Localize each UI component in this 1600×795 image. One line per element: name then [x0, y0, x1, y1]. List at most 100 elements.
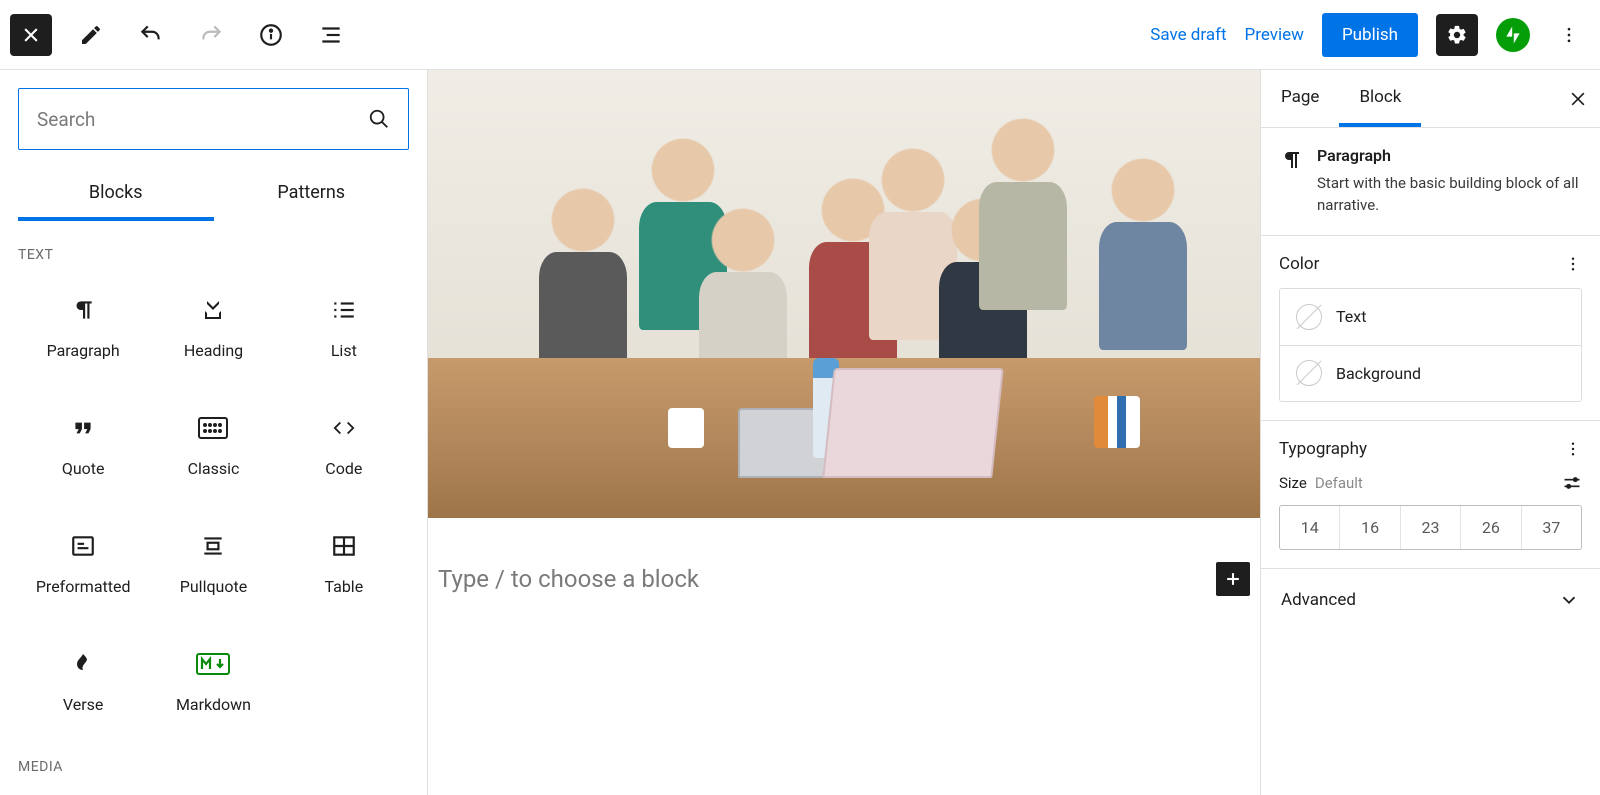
- block-verse[interactable]: Verse: [18, 625, 148, 733]
- color-background-row[interactable]: Background: [1280, 345, 1581, 401]
- close-settings-button[interactable]: [1556, 89, 1600, 109]
- block-heading[interactable]: Heading: [148, 271, 278, 379]
- typography-heading: Typography: [1279, 439, 1367, 459]
- block-pullquote[interactable]: Pullquote: [148, 507, 278, 615]
- markdown-icon: [196, 645, 230, 683]
- size-label: Size: [1279, 474, 1307, 492]
- size-option-26[interactable]: 26: [1460, 506, 1520, 549]
- preformatted-icon: [70, 527, 96, 565]
- redo-icon: [198, 22, 224, 48]
- section-text-label: Text: [18, 247, 409, 263]
- settings-button[interactable]: [1436, 14, 1478, 56]
- block-label: Code: [325, 459, 362, 478]
- color-text-row[interactable]: Text: [1280, 289, 1581, 345]
- top-toolbar: Save draft Preview Publish: [0, 0, 1600, 70]
- tab-block[interactable]: Block: [1339, 70, 1421, 127]
- search-icon: [368, 108, 390, 130]
- more-options-button[interactable]: [1548, 14, 1590, 56]
- color-background-label: Background: [1336, 364, 1421, 383]
- block-label: Quote: [62, 459, 105, 478]
- verse-icon: [71, 645, 95, 683]
- chevron-down-icon: [1558, 589, 1580, 611]
- close-icon: [21, 25, 41, 45]
- empty-swatch-icon: [1296, 360, 1322, 386]
- preview-button[interactable]: Preview: [1245, 25, 1304, 45]
- block-label: List: [331, 341, 357, 360]
- block-quote[interactable]: Quote: [18, 389, 148, 497]
- jetpack-icon: [1503, 25, 1523, 45]
- block-title: Paragraph: [1317, 146, 1582, 165]
- close-editor-button[interactable]: [10, 14, 52, 56]
- size-options: 1416232637: [1279, 505, 1582, 550]
- featured-image[interactable]: [428, 70, 1260, 518]
- advanced-label: Advanced: [1281, 590, 1356, 610]
- block-desc-text: Start with the basic building block of a…: [1317, 173, 1582, 217]
- settings-panel: Page Block Paragraph Start with the basi…: [1260, 70, 1600, 795]
- size-option-37[interactable]: 37: [1521, 506, 1581, 549]
- advanced-toggle[interactable]: Advanced: [1261, 569, 1600, 631]
- block-label: Table: [324, 577, 363, 596]
- inserter-tabs: Blocks Patterns: [18, 168, 409, 221]
- block-preformatted[interactable]: Preformatted: [18, 507, 148, 615]
- typography-section: Typography Size Default 1416232637: [1261, 421, 1600, 569]
- size-settings-button[interactable]: [1562, 473, 1582, 493]
- pencil-icon: [79, 23, 103, 47]
- pullquote-icon: [200, 527, 226, 565]
- block-label: Verse: [63, 695, 104, 714]
- tab-patterns[interactable]: Patterns: [214, 168, 410, 221]
- details-button[interactable]: [250, 14, 292, 56]
- block-paragraph[interactable]: Paragraph: [18, 271, 148, 379]
- size-default: Default: [1315, 474, 1363, 492]
- kebab-icon[interactable]: [1564, 440, 1582, 458]
- sliders-icon: [1562, 473, 1582, 493]
- info-icon: [258, 22, 284, 48]
- paragraph-placeholder[interactable]: Type / to choose a block: [438, 565, 1216, 593]
- color-heading: Color: [1279, 254, 1319, 274]
- block-label: Paragraph: [47, 341, 120, 360]
- block-inserter-panel: Blocks Patterns Text Paragraph Heading Lis…: [0, 70, 428, 795]
- size-option-23[interactable]: 23: [1400, 506, 1460, 549]
- undo-button[interactable]: [130, 14, 172, 56]
- paragraph-icon: [70, 291, 96, 329]
- block-table[interactable]: Table: [279, 507, 409, 615]
- block-description: Paragraph Start with the basic building …: [1261, 128, 1600, 236]
- size-option-14[interactable]: 14: [1280, 506, 1339, 549]
- tools-button[interactable]: [70, 14, 112, 56]
- block-label: Pullquote: [180, 577, 247, 596]
- size-option-16[interactable]: 16: [1339, 506, 1399, 549]
- block-classic[interactable]: Classic: [148, 389, 278, 497]
- kebab-icon[interactable]: [1564, 255, 1582, 273]
- code-icon: [330, 409, 358, 447]
- search-box[interactable]: [18, 88, 409, 150]
- publish-button[interactable]: Publish: [1322, 13, 1418, 57]
- block-list[interactable]: List: [279, 271, 409, 379]
- block-label: Markdown: [176, 695, 251, 714]
- save-draft-button[interactable]: Save draft: [1150, 25, 1226, 45]
- block-grid: Paragraph Heading List Quote Classic Code Pref…: [18, 271, 409, 733]
- paragraph-icon: [1279, 148, 1303, 172]
- close-icon: [1568, 89, 1588, 109]
- search-input[interactable]: [37, 108, 368, 131]
- section-media-label: Media: [18, 759, 409, 775]
- tab-blocks[interactable]: Blocks: [18, 168, 214, 221]
- gear-icon: [1446, 24, 1468, 46]
- kebab-icon: [1559, 25, 1579, 45]
- empty-swatch-icon: [1296, 304, 1322, 330]
- color-text-label: Text: [1336, 307, 1366, 326]
- list-view-icon: [318, 22, 344, 48]
- jetpack-button[interactable]: [1496, 18, 1530, 52]
- block-label: Preformatted: [36, 577, 131, 596]
- list-icon: [331, 291, 357, 329]
- outline-button[interactable]: [310, 14, 352, 56]
- tab-page[interactable]: Page: [1261, 70, 1339, 127]
- editor-canvas: Type / to choose a block: [428, 70, 1260, 795]
- redo-button[interactable]: [190, 14, 232, 56]
- undo-icon: [138, 22, 164, 48]
- color-section: Color Text Background: [1261, 236, 1600, 421]
- block-label: Heading: [184, 341, 243, 360]
- classic-icon: [198, 409, 228, 447]
- block-markdown[interactable]: Markdown: [148, 625, 278, 733]
- block-code[interactable]: Code: [279, 389, 409, 497]
- add-block-button[interactable]: [1216, 562, 1250, 596]
- heading-icon: [201, 291, 225, 329]
